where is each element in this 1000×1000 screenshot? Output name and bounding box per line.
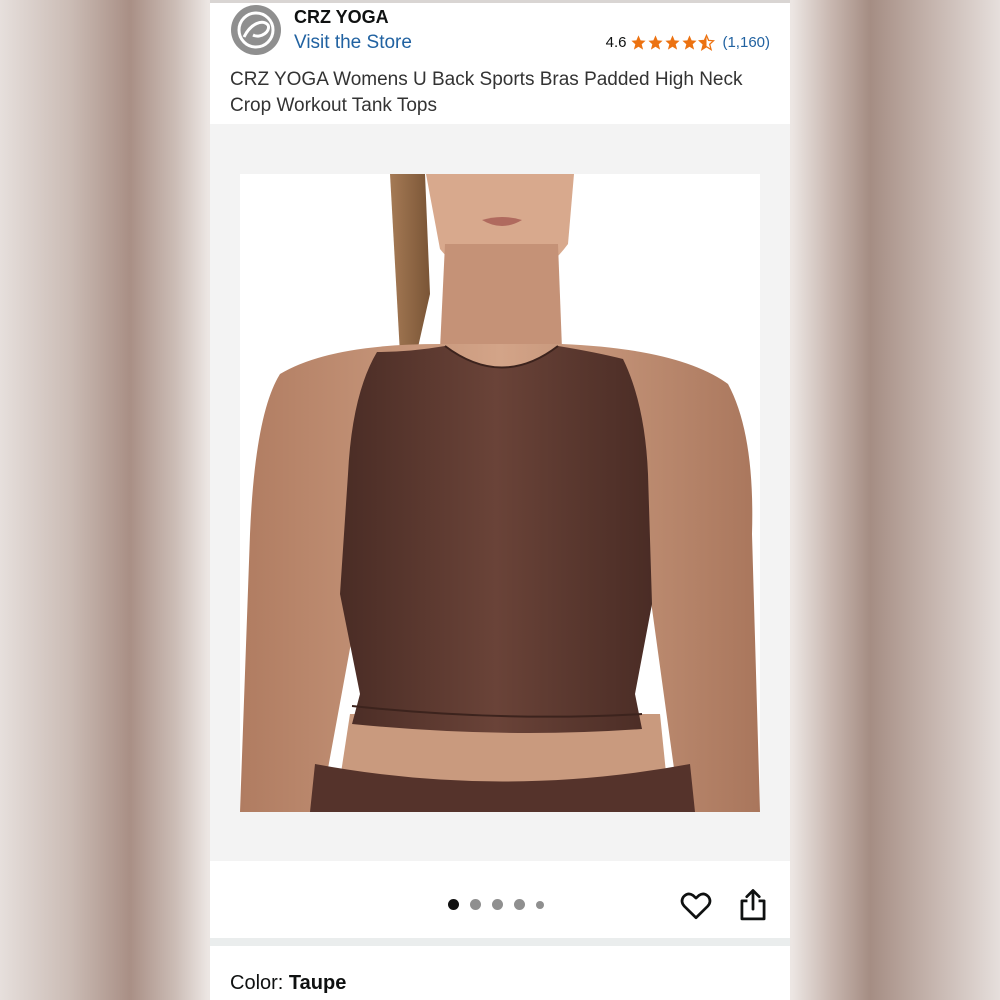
color-value: Taupe <box>288 972 347 994</box>
gallery-dot[interactable] <box>536 900 544 909</box>
share-button[interactable] <box>736 887 770 923</box>
gallery-dot[interactable] <box>492 899 503 910</box>
product-header: CRZ YOGA Visit the Store 4.6 (1,160) CRZ… <box>210 3 790 124</box>
color-label-text: Color: <box>230 972 289 994</box>
share-icon <box>740 889 766 921</box>
star-icon <box>648 35 664 50</box>
gallery-dot[interactable] <box>514 899 525 910</box>
heart-icon <box>680 892 712 920</box>
brand-logo-icon[interactable] <box>231 5 281 55</box>
product-photo <box>240 174 760 812</box>
product-image-gallery[interactable] <box>210 124 790 861</box>
rating-summary[interactable]: 4.6 (1,160) <box>606 34 770 51</box>
visit-store-link[interactable]: Visit the Store <box>294 32 412 54</box>
star-rating <box>630 34 716 51</box>
color-selection: Color: Taupe <box>210 946 790 1000</box>
gallery-controls <box>210 861 790 938</box>
gallery-dot[interactable] <box>470 899 481 910</box>
rating-value: 4.6 <box>605 34 627 51</box>
star-icon <box>665 35 681 50</box>
rating-count-link[interactable]: (1,160) <box>722 34 770 51</box>
star-icon <box>682 35 698 50</box>
product-title: CRZ YOGA Womens U Back Sports Bras Padde… <box>230 69 743 116</box>
section-divider <box>210 938 790 946</box>
color-label: Color: Taupe <box>230 972 346 995</box>
brand-name: CRZ YOGA <box>294 7 389 27</box>
star-half-icon <box>698 34 716 51</box>
gallery-dot[interactable] <box>448 899 459 910</box>
favorite-button[interactable] <box>678 887 714 923</box>
star-icon <box>631 35 647 50</box>
gallery-pagination <box>448 899 544 910</box>
